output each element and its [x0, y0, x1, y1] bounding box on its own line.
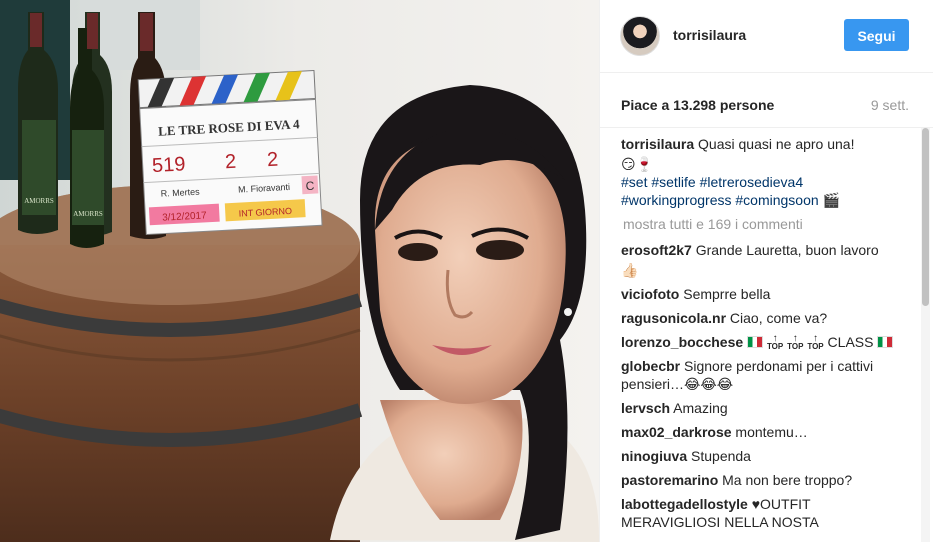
clapper-date: 3/12/2017	[162, 210, 207, 223]
comment-text: CLASS	[827, 334, 874, 350]
top-icon: ↑ TOP	[787, 333, 804, 351]
comment: lorenzo_bocchese ↑ TOP ↑ TOP ↑ TOP CLASS	[621, 333, 911, 351]
comment: lervsch Amazing	[621, 399, 911, 417]
comments-scrollbar[interactable]	[921, 128, 930, 542]
avatar[interactable]	[620, 16, 660, 56]
clapper-scene: 519	[151, 153, 185, 177]
comment-text: montemu…	[735, 424, 808, 440]
comment-text: Grande Lauretta, buon lavoro	[695, 242, 879, 258]
comment-text: Signore perdonami per i cattivi	[684, 358, 874, 374]
clapper-director: R. Mertes	[160, 187, 200, 199]
top-icon: ↑ TOP	[766, 333, 784, 351]
comment-text: Stupenda	[691, 448, 751, 464]
comment: erosoft2k7 Grande Lauretta, buon lavoro …	[621, 241, 911, 279]
comment-username[interactable]: viciofoto	[621, 286, 679, 302]
show-all-comments-link[interactable]: mostra tutti e 169 i commenti	[623, 215, 911, 233]
post-sidebar: torrisilaura Segui Piace a 13.298 person…	[599, 0, 933, 542]
likes-row: Piace a 13.298 persone 9 sett.	[600, 72, 933, 128]
comment-username[interactable]: ninogiuva	[621, 448, 687, 464]
clapperboard: LE TRE ROSE DI EVA 4 519 2 2 R. Mertes M…	[137, 69, 323, 236]
clapper-camera: C	[305, 179, 315, 193]
clapper-take: 2	[224, 151, 236, 174]
comment-username[interactable]: lervsch	[621, 400, 670, 416]
comment-text: ♥OUTFIT	[751, 496, 811, 512]
comment: ragusonicola.nr Ciao, come va?	[621, 309, 911, 327]
caption-emoji: 😏🍷	[621, 156, 654, 172]
comment-username[interactable]: ragusonicola.nr	[621, 310, 726, 326]
hashtag-links[interactable]: #set #setlife #letrerosedieva4	[621, 174, 803, 190]
comment-text: Ciao, come va?	[729, 310, 828, 326]
comment-username[interactable]: globecbr	[621, 358, 680, 374]
top-badge-text: TOP	[807, 342, 824, 351]
italy-flag-icon	[747, 336, 764, 348]
comment: ninogiuva Stupenda	[621, 447, 911, 465]
bottle-label: AMORRS	[24, 197, 54, 205]
comment-username[interactable]: lorenzo_bocchese	[621, 334, 743, 350]
scrollbar-thumb[interactable]	[922, 128, 929, 306]
post-photo[interactable]: AMORRS AMORRS LE TRE ROSE DI EVA 4 519 2…	[0, 0, 599, 542]
comment-username[interactable]: labottegadellostyle	[621, 496, 748, 512]
comment-text-line2: pensieri…😂😂😂	[621, 376, 734, 392]
post-time[interactable]: 9 sett.	[871, 97, 909, 113]
comment: globecbr Signore perdonami per i cattivi…	[621, 357, 911, 393]
likes-count[interactable]: Piace a 13.298 persone	[621, 97, 774, 113]
top-badge-text: TOP	[766, 342, 784, 351]
comment: pastoremarino Ma non bere troppo?	[621, 471, 911, 489]
italy-flag-icon	[877, 336, 894, 348]
author-username[interactable]: torrisilaura	[673, 27, 746, 43]
comment-text-line2: MERAVIGLIOSI NELLA NOSTA	[621, 514, 819, 530]
comment: max02_darkrose montemu…	[621, 423, 911, 441]
comments-list: torrisilaura Quasi quasi ne apro una! 😏🍷…	[621, 131, 911, 537]
comment-emoji: 👍🏻	[621, 262, 639, 278]
comment-text: Semprre bella	[683, 286, 771, 302]
top-icon: ↑ TOP	[807, 333, 824, 351]
comment-text: Amazing	[673, 400, 728, 416]
bottle-label: AMORRS	[73, 210, 103, 218]
caption: torrisilaura Quasi quasi ne apro una! 😏🍷…	[621, 135, 911, 209]
clapper-take: 2	[266, 149, 278, 172]
hashtag-links[interactable]: #workingprogress #comingsoon 🎬	[621, 192, 840, 208]
comment: labottegadellostyle ♥OUTFIT MERAVIGLIOSI…	[621, 495, 911, 531]
caption-text: Quasi quasi ne apro una!	[698, 136, 855, 152]
follow-button[interactable]: Segui	[844, 19, 909, 51]
comment-username[interactable]: pastoremarino	[621, 472, 718, 488]
top-badge-text: TOP	[787, 342, 804, 351]
caption-username[interactable]: torrisilaura	[621, 136, 694, 152]
comment: viciofoto Semprre bella	[621, 285, 911, 303]
instagram-post-modal: AMORRS AMORRS LE TRE ROSE DI EVA 4 519 2…	[0, 0, 933, 542]
photo-illustration: AMORRS AMORRS LE TRE ROSE DI EVA 4 519 2…	[0, 0, 599, 542]
comment-username[interactable]: max02_darkrose	[621, 424, 732, 440]
post-header: torrisilaura Segui	[600, 0, 933, 73]
comment-text: Ma non bere troppo?	[722, 472, 853, 488]
comment-username[interactable]: erosoft2k7	[621, 242, 692, 258]
portrait	[330, 85, 599, 542]
